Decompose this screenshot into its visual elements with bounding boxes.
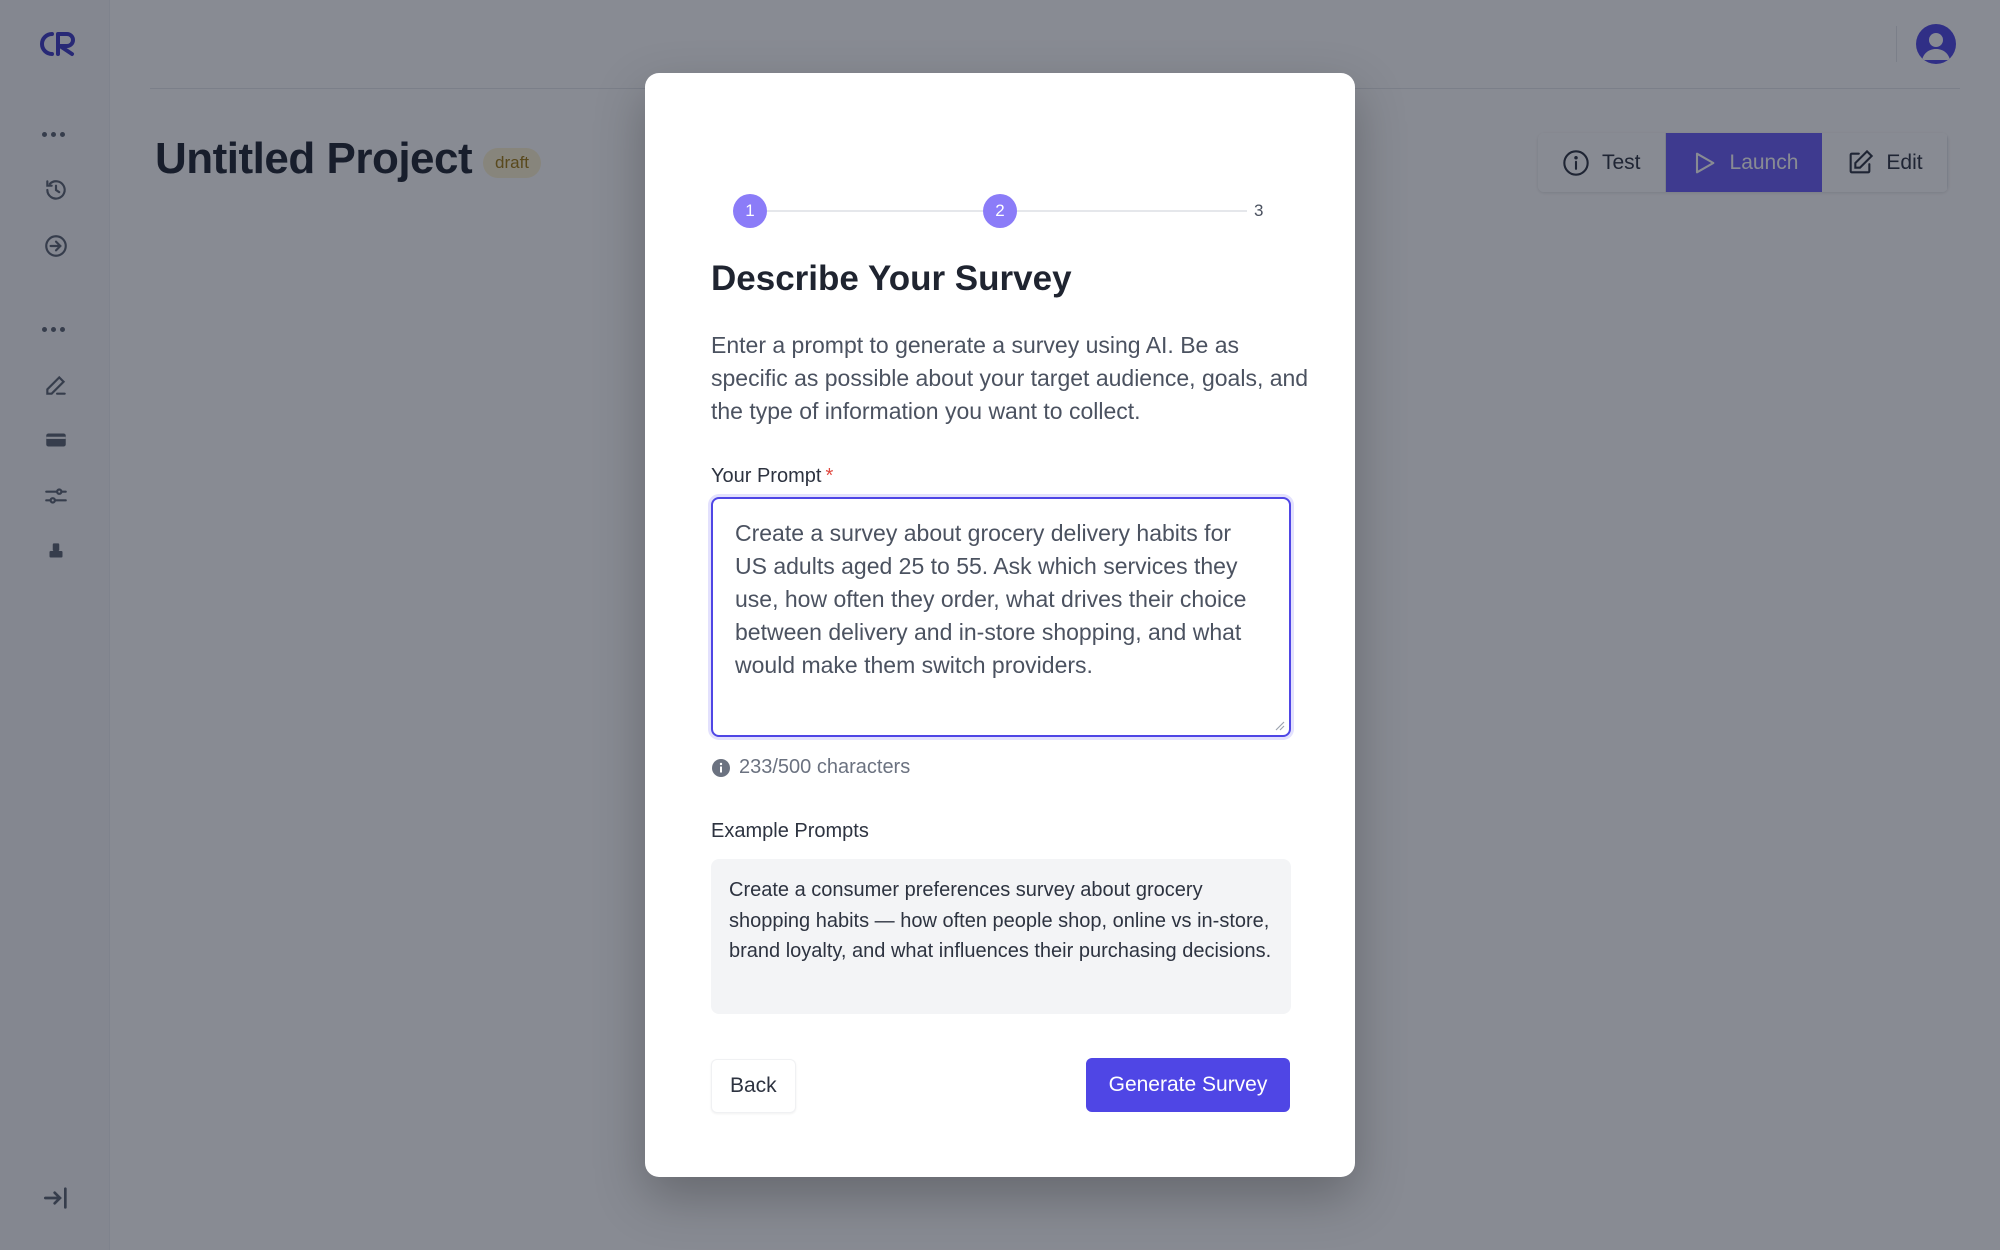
char-count: 233/500 characters (711, 756, 910, 779)
prompt-textarea[interactable] (713, 499, 1289, 735)
step-connector (767, 210, 983, 212)
back-button[interactable]: Back (711, 1059, 796, 1113)
prompt-label-text: Your Prompt (711, 465, 822, 487)
prompt-label: Your Prompt * (711, 465, 833, 488)
dialog-description: Enter a prompt to generate a survey usin… (711, 332, 1309, 424)
example-prompt[interactable]: Create a consumer preferences survey abo… (711, 859, 1291, 1014)
dialog-title: Describe Your Survey (711, 259, 1072, 298)
generate-survey-button[interactable]: Generate Survey (1086, 1058, 1290, 1112)
step-3: 3 (1254, 201, 1264, 220)
step-2: 2 (983, 194, 1017, 228)
char-count-text: 233/500 characters (739, 756, 911, 778)
prompt-field[interactable] (711, 497, 1291, 737)
examples-label: Example Prompts (711, 820, 869, 842)
resize-grip-icon[interactable] (1273, 719, 1285, 731)
generate-survey-dialog: 1 2 3 Describe Your Survey Enter a promp… (645, 73, 1355, 1177)
step-connector (1017, 210, 1247, 212)
required-marker: * (825, 465, 834, 487)
info-icon (712, 758, 730, 777)
stepper: 1 2 3 (733, 194, 1263, 228)
step-1: 1 (733, 194, 767, 228)
